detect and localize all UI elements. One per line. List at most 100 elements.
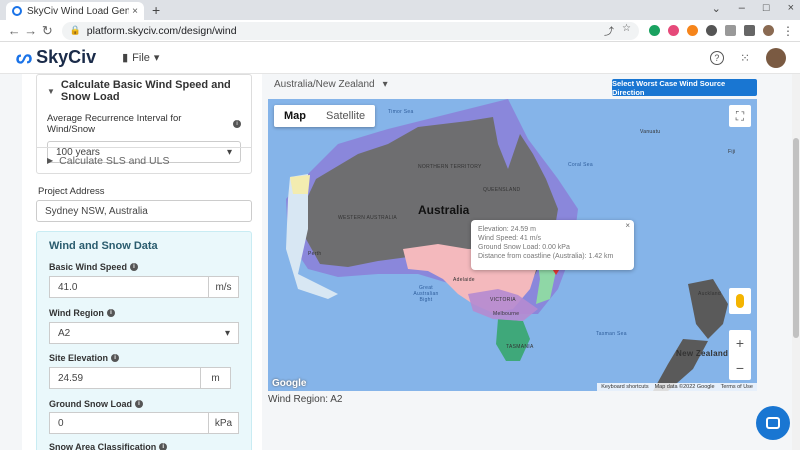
browser-tab-bar: SkyCiv Wind Load Genera × + ⌄ – □ × <box>0 0 800 20</box>
new-zealand-label: New Zealand <box>676 349 729 358</box>
url-text[interactable]: platform.skyciv.com/design/wind <box>87 25 604 37</box>
info-elevation: Elevation: 24.59 m <box>478 226 536 233</box>
info-icon[interactable]: i <box>159 443 168 450</box>
skyciv-logo-icon: ᔕ <box>16 47 33 67</box>
auckland-label: Auckland <box>698 291 721 297</box>
map-attribution: Keyboard shortcuts Map data ©2022 Google… <box>597 383 757 391</box>
info-icon[interactable]: i <box>106 309 115 317</box>
url-bar[interactable]: 🔒 platform.skyciv.com/design/wind ⤴ ☆ <box>61 21 639 40</box>
wind-region-select[interactable]: A2 ▾ <box>49 322 239 344</box>
coral-sea-label: Coral Sea <box>568 162 593 168</box>
ground-snow-input[interactable]: 0 kPa <box>49 412 239 434</box>
tab-close-icon[interactable]: × <box>132 6 138 17</box>
ari-label: Average Recurrence Interval for Wind/Sno… <box>37 113 251 135</box>
vanuatu-label: Vanuatu <box>640 129 661 135</box>
triangle-right-icon: ▶ <box>47 156 54 165</box>
adelaide-label: Adelaide <box>453 277 475 283</box>
wind-region-result: Wind Region: A2 <box>268 394 343 405</box>
site-elevation-label-text: Site Elevation <box>49 353 109 363</box>
map-type-control: Map Satellite <box>274 105 376 127</box>
map-tab[interactable]: Map <box>274 105 316 127</box>
maximize-button[interactable]: □ <box>763 2 770 15</box>
browser-tab[interactable]: SkyCiv Wind Load Genera × <box>6 2 144 20</box>
forward-arrow-icon[interactable]: → <box>23 23 40 38</box>
browser-menu-icon[interactable]: ⋮ <box>782 24 794 38</box>
close-icon[interactable]: × <box>625 221 630 231</box>
info-icon[interactable]: i <box>129 263 138 271</box>
ground-snow-label-text: Ground Snow Load <box>49 399 132 409</box>
project-address-input[interactable]: Sydney NSW, Australia <box>36 200 252 222</box>
side-panel-icon[interactable] <box>744 25 755 36</box>
basic-wind-section-title: Calculate Basic Wind Speed and Snow Load <box>60 79 231 103</box>
wind-region-label: Wind Region i <box>49 308 115 318</box>
extension-dark-icon[interactable] <box>706 25 717 36</box>
skyciv-logo[interactable]: ᔕ SkyCiv <box>16 47 96 68</box>
metamask-icon[interactable] <box>687 25 698 36</box>
info-icon[interactable]: i <box>111 354 120 362</box>
wind-map[interactable]: Map Satellite ⛶ + − Timor Sea NORTHERN T… <box>268 99 757 391</box>
info-ground-snow: Ground Snow Load: 0.00 kPa <box>478 244 570 252</box>
file-menu[interactable]: ▮ File ▾ <box>122 51 160 65</box>
extension-pink-icon[interactable] <box>668 25 679 36</box>
great-bight-label: Great Australian Bight <box>413 285 439 303</box>
region-select[interactable]: Australia/New Zealand ▾ <box>274 79 388 90</box>
ground-snow-value[interactable]: 0 <box>50 413 208 433</box>
user-avatar[interactable] <box>766 48 786 68</box>
basic-wind-section-header[interactable]: ▼ Calculate Basic Wind Speed and Snow Lo… <box>37 75 251 107</box>
location-info-window: × Elevation: 24.59 m Wind Speed: 41 m/s … <box>471 220 634 270</box>
extensions-area <box>649 25 774 36</box>
snow-area-label: Snow Area Classification i <box>49 442 168 450</box>
lock-icon[interactable]: 🔒 <box>70 25 81 36</box>
sls-uls-section-header[interactable]: ▶ Calculate SLS and ULS <box>37 147 251 173</box>
chevron-down-icon: ▾ <box>153 52 160 64</box>
chevron-down-icon: ▾ <box>382 79 388 90</box>
scrollbar-thumb[interactable] <box>793 138 799 338</box>
zoom-in-icon[interactable]: + <box>736 335 744 351</box>
west-coast-yellow <box>290 175 310 194</box>
minimize-button[interactable]: – <box>739 2 745 15</box>
file-menu-label: File <box>132 51 150 64</box>
site-elevation-value[interactable]: 24.59 <box>50 368 200 388</box>
extension-green-icon[interactable] <box>649 25 660 36</box>
chat-support-button[interactable] <box>756 406 790 440</box>
google-logo[interactable]: Google <box>272 378 306 389</box>
zoom-out-icon[interactable]: − <box>736 360 744 376</box>
basic-wind-speed-value[interactable]: 41.0 <box>50 277 208 297</box>
new-zealand-north <box>688 279 728 339</box>
basic-wind-speed-label-text: Basic Wind Speed <box>49 262 127 272</box>
basic-wind-speed-input[interactable]: 41.0 m/s <box>49 276 239 298</box>
info-icon[interactable]: i <box>135 400 143 408</box>
site-elevation-input[interactable]: 24.59 m <box>49 367 231 389</box>
window-controls: ⌄ – □ × <box>712 2 794 15</box>
tab-search-icon[interactable]: ⌄ <box>712 2 721 15</box>
chat-icon <box>766 417 780 429</box>
apps-grid-icon[interactable]: ⁙ <box>740 51 750 65</box>
ground-snow-label: Ground Snow Load i <box>49 399 143 409</box>
satellite-tab[interactable]: Satellite <box>316 105 375 127</box>
fullscreen-icon[interactable]: ⛶ <box>729 105 751 127</box>
worst-case-direction-button[interactable]: Select Worst Case Wind Source Direction <box>612 79 757 97</box>
sls-uls-title: Calculate SLS and ULS <box>59 154 170 167</box>
help-icon[interactable]: ? <box>709 51 724 65</box>
street-view-pegman-icon[interactable] <box>729 288 751 314</box>
northern-territory-label: NORTHERN TERRITORY <box>418 164 482 170</box>
queensland-label: QUEENSLAND <box>483 187 521 193</box>
bookmark-star-icon[interactable]: ☆ <box>622 23 631 38</box>
reload-icon[interactable]: ↻ <box>39 23 56 39</box>
terms-link[interactable]: Terms of Use <box>721 384 753 390</box>
new-tab-button[interactable]: + <box>152 2 160 18</box>
left-panel: ▼ Calculate Basic Wind Speed and Snow Lo… <box>22 74 262 450</box>
keyboard-shortcuts-link[interactable]: Keyboard shortcuts <box>601 384 648 390</box>
chevron-down-icon: ▾ <box>224 327 230 339</box>
close-window-button[interactable]: × <box>788 2 794 15</box>
logo-text: SkyCiv <box>36 47 97 67</box>
app-header: ᔕ SkyCiv ▮ File ▾ ? ⁙ <box>0 42 800 74</box>
profile-icon[interactable] <box>763 25 774 36</box>
page-scrollbar[interactable] <box>792 74 800 450</box>
snow-area-label-text: Snow Area Classification <box>49 442 157 450</box>
puzzle-extensions-icon[interactable] <box>725 25 736 36</box>
back-arrow-icon[interactable]: ← <box>6 23 23 38</box>
share-icon[interactable]: ⤴ <box>604 23 614 38</box>
tab-title: SkyCiv Wind Load Genera <box>27 5 130 17</box>
info-icon[interactable]: i <box>233 120 241 128</box>
